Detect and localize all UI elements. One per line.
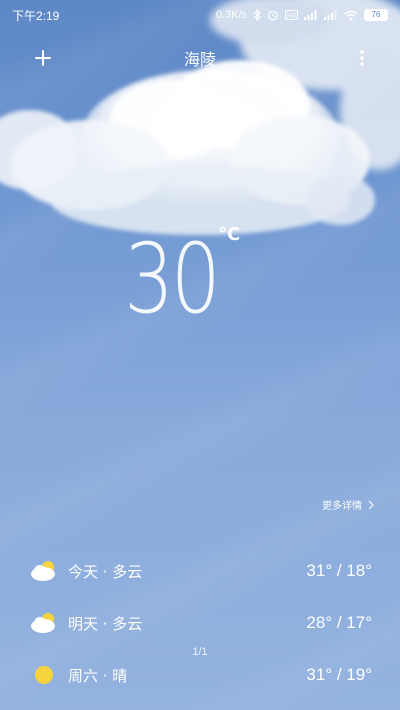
more-vertical-icon [360,50,364,66]
city-name: 海陵 [183,50,216,69]
signal-icon [304,10,317,20]
chevron-right-icon [368,500,374,509]
signal-icon-2 [324,10,337,20]
more-options-button[interactable] [352,43,372,73]
header-bar: 海陵 [0,40,400,76]
forecast-label: 今天 · 多云 [68,562,143,581]
status-icons: 0.3K/s HD 76 [216,9,388,21]
wifi-icon [344,10,358,20]
temperature-unit: °C [218,224,241,245]
bluetooth-icon [253,9,261,21]
forecast-row-today[interactable]: 今天 · 多云 31° / 18° [0,545,400,597]
battery-icon: 76 [364,9,388,21]
forecast-list: 今天 · 多云 31° / 18° 明天 · 多云 28° / 17° 周六 ·… [0,545,400,701]
forecast-label: 周六 · 晴 [68,666,128,685]
forecast-temp-range: 31° / 19° [306,665,372,684]
alarm-icon [268,10,278,21]
partly-cloudy-icon [30,611,58,635]
network-speed: 0.3K/s [215,9,247,21]
status-bar: 下午2:19 0.3K/s HD 76 [0,0,400,30]
status-time: 下午2:19 [12,8,60,23]
weather-screen: 下午2:19 0.3K/s HD 76 海陵 30 °C 更多详情 今天 · 多… [0,0,400,710]
forecast-label: 明天 · 多云 [68,614,143,633]
page-indicator: 1/1 [192,646,208,658]
current-temperature: 30 [124,223,221,335]
forecast-temp-range: 31° / 18° [306,561,372,580]
forecast-row-tomorrow[interactable]: 明天 · 多云 28° / 17° [0,597,400,649]
forecast-temp-range: 28° / 17° [306,613,372,632]
more-details-link[interactable]: 更多详情 [322,497,374,512]
sunny-icon [30,663,58,687]
hd-icon: HD [285,10,298,20]
partly-cloudy-icon [30,559,58,583]
more-details-label: 更多详情 [322,501,362,512]
svg-text:HD: HD [287,13,297,20]
